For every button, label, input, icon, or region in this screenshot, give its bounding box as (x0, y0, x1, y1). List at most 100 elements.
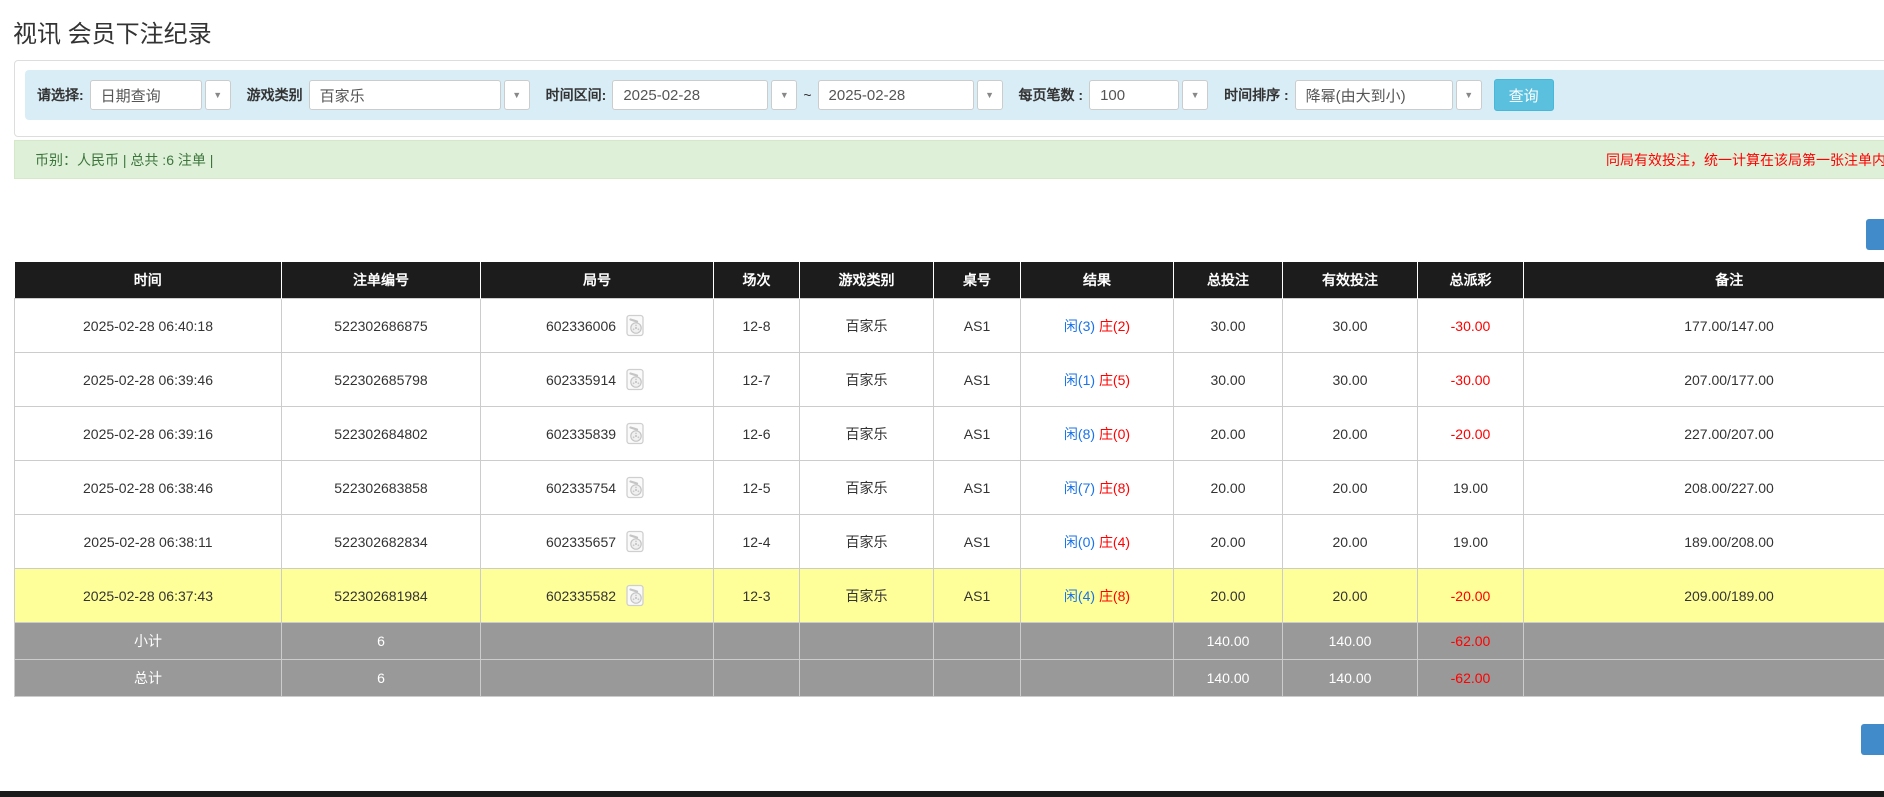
cell-valid-bet: 20.00 (1283, 407, 1418, 461)
date-from-select[interactable]: 2025-02-28 ▼ (612, 80, 797, 110)
cell-valid-bet: 140.00 (1283, 623, 1418, 660)
result-player: 闲(7) (1064, 480, 1095, 496)
column-header: 场次 (714, 262, 800, 299)
table-row: 2025-02-28 06:39:46522302685798602335914… (15, 353, 1884, 407)
subtotal-row: 小计6140.00140.00-62.00 (15, 623, 1884, 660)
cell-bet-number: 522302684802 (282, 407, 481, 461)
result-banker: 庄(4) (1099, 534, 1130, 550)
filter-panel: 请选择: 日期查询 ▼ 游戏类别 百家乐 ▼ 时间区间: 2025-02-28 … (14, 60, 1884, 137)
mode-select-value[interactable]: 日期查询 (90, 80, 202, 110)
cell-table-number: AS1 (934, 569, 1021, 623)
cell-table-number: AS1 (934, 461, 1021, 515)
cell-result: 闲(1) 庄(5) (1021, 353, 1174, 407)
cell-round-number: 602335914 (481, 353, 714, 407)
cell-empty (1021, 623, 1174, 660)
cell-total-bet: 30.00 (1174, 353, 1283, 407)
result-banker: 庄(8) (1099, 588, 1130, 604)
chevron-down-icon[interactable]: ▼ (504, 80, 530, 110)
table-row: 2025-02-28 06:38:46522302683858602335754… (15, 461, 1884, 515)
cell-result: 闲(0) 庄(4) (1021, 515, 1174, 569)
cell-empty (800, 623, 934, 660)
result-banker: 庄(0) (1099, 426, 1130, 442)
video-icon[interactable] (622, 584, 648, 608)
cell-payout: -62.00 (1418, 623, 1524, 660)
cell-valid-bet: 30.00 (1283, 353, 1418, 407)
result-player: 闲(4) (1064, 588, 1095, 604)
partial-button-top[interactable] (1866, 219, 1884, 250)
cell-empty (481, 623, 714, 660)
cell-payout: -20.00 (1418, 407, 1524, 461)
chevron-down-icon[interactable]: ▼ (771, 80, 797, 110)
column-header: 时间 (15, 262, 282, 299)
chevron-down-icon[interactable]: ▼ (977, 80, 1003, 110)
video-icon[interactable] (622, 530, 648, 554)
cell-payout: -20.00 (1418, 569, 1524, 623)
date-to-select[interactable]: 2025-02-28 ▼ (818, 80, 1003, 110)
column-header: 备注 (1524, 262, 1884, 299)
cell-round-number: 602335754 (481, 461, 714, 515)
result-player: 闲(8) (1064, 426, 1095, 442)
cell-payout: -30.00 (1418, 353, 1524, 407)
date-from-value[interactable]: 2025-02-28 (612, 80, 768, 110)
cell-total-bet: 20.00 (1174, 407, 1283, 461)
cell-time: 2025-02-28 06:38:11 (15, 515, 282, 569)
cell-table-number: AS1 (934, 299, 1021, 353)
cell-bet-number: 522302685798 (282, 353, 481, 407)
table-row: 2025-02-28 06:37:43522302681984602335582… (15, 569, 1884, 623)
partial-button-bottom[interactable] (1861, 724, 1884, 755)
search-button[interactable]: 查询 (1494, 79, 1554, 111)
time-sort-select[interactable]: 降幂(由大到小) ▼ (1295, 80, 1482, 110)
result-banker: 庄(8) (1099, 480, 1130, 496)
video-icon[interactable] (622, 476, 648, 500)
mode-select[interactable]: 日期查询 ▼ (90, 80, 231, 110)
page-size-value[interactable]: 100 (1089, 80, 1179, 110)
result-player: 闲(0) (1064, 534, 1095, 550)
time-sort-value[interactable]: 降幂(由大到小) (1295, 80, 1453, 110)
page-size-select[interactable]: 100 ▼ (1089, 80, 1208, 110)
round-number: 602335582 (546, 588, 616, 604)
cell-time: 2025-02-28 06:38:46 (15, 461, 282, 515)
cell-bet-number: 522302686875 (282, 299, 481, 353)
video-icon[interactable] (622, 422, 648, 446)
column-header: 游戏类别 (800, 262, 934, 299)
round-number: 602335657 (546, 534, 616, 550)
cell-result: 闲(4) 庄(8) (1021, 569, 1174, 623)
cell-game-type: 百家乐 (800, 569, 934, 623)
video-icon[interactable] (622, 314, 648, 338)
chevron-down-icon[interactable]: ▼ (205, 80, 231, 110)
cell-count: 6 (282, 623, 481, 660)
cell-empty (1021, 660, 1174, 697)
cell-remark (1524, 660, 1884, 697)
round-number: 602336006 (546, 318, 616, 334)
cell-result: 闲(7) 庄(8) (1021, 461, 1174, 515)
table-row: 2025-02-28 06:38:11522302682834602335657… (15, 515, 1884, 569)
cell-round-number: 602335582 (481, 569, 714, 623)
cell-total-bet: 140.00 (1174, 660, 1283, 697)
cell-remark: 227.00/207.00 (1524, 407, 1884, 461)
chevron-down-icon[interactable]: ▼ (1182, 80, 1208, 110)
cell-session: 12-4 (714, 515, 800, 569)
cell-session: 12-8 (714, 299, 800, 353)
chevron-down-icon[interactable]: ▼ (1456, 80, 1482, 110)
cell-total-bet: 20.00 (1174, 569, 1283, 623)
cell-remark (1524, 623, 1884, 660)
cell-total-bet: 30.00 (1174, 299, 1283, 353)
result-player: 闲(3) (1064, 318, 1095, 334)
cell-time: 2025-02-28 06:39:16 (15, 407, 282, 461)
cell-remark: 177.00/147.00 (1524, 299, 1884, 353)
table-row: 2025-02-28 06:40:18522302686875602336006… (15, 299, 1884, 353)
cell-valid-bet: 20.00 (1283, 515, 1418, 569)
date-to-value[interactable]: 2025-02-28 (818, 80, 974, 110)
game-type-select[interactable]: 百家乐 ▼ (309, 80, 530, 110)
bottom-edge-strip (0, 791, 1884, 797)
cell-round-number: 602335657 (481, 515, 714, 569)
cell-game-type: 百家乐 (800, 299, 934, 353)
cell-remark: 208.00/227.00 (1524, 461, 1884, 515)
column-header: 局号 (481, 262, 714, 299)
column-header: 注单编号 (282, 262, 481, 299)
cell-session: 12-7 (714, 353, 800, 407)
cell-empty (481, 660, 714, 697)
video-icon[interactable] (622, 368, 648, 392)
summary-bar: 币别：人民币 | 总共 :6 注单 | 同局有效投注，统一计算在该局第一张注单内 (14, 140, 1884, 179)
game-type-select-value[interactable]: 百家乐 (309, 80, 501, 110)
